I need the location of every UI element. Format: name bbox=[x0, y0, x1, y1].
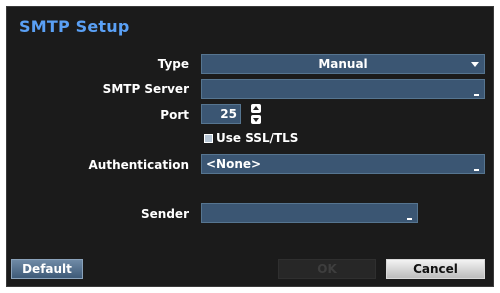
text-cursor-icon bbox=[407, 218, 412, 220]
port-label: Port bbox=[160, 108, 189, 122]
decrement-arrow-icon[interactable] bbox=[251, 115, 261, 124]
smtp-server-input[interactable] bbox=[201, 79, 485, 99]
smtp-server-label: SMTP Server bbox=[102, 82, 189, 96]
authentication-input[interactable]: <None> bbox=[201, 154, 485, 174]
type-select[interactable]: Manual bbox=[201, 54, 485, 74]
sender-label: Sender bbox=[141, 207, 189, 221]
type-value: Manual bbox=[318, 57, 368, 71]
dialog-title: SMTP Setup bbox=[19, 17, 130, 36]
ssl-label: Use SSL/TLS bbox=[216, 131, 299, 145]
increment-arrow-icon[interactable] bbox=[251, 104, 261, 113]
authentication-value: <None> bbox=[206, 157, 262, 171]
default-button[interactable]: Default bbox=[11, 259, 83, 279]
port-stepper[interactable] bbox=[251, 104, 261, 124]
sender-input[interactable] bbox=[201, 203, 418, 223]
port-value: 25 bbox=[220, 107, 237, 121]
port-input[interactable]: 25 bbox=[201, 104, 241, 124]
ssl-checkbox[interactable] bbox=[204, 134, 213, 143]
authentication-label: Authentication bbox=[88, 158, 190, 172]
chevron-down-icon bbox=[471, 62, 479, 67]
type-label: Type bbox=[157, 57, 189, 71]
cancel-button[interactable]: Cancel bbox=[386, 259, 485, 279]
text-cursor-icon bbox=[474, 94, 479, 96]
ok-button[interactable]: OK bbox=[278, 259, 376, 279]
smtp-setup-dialog: SMTP Setup Type Manual SMTP Server Port … bbox=[6, 6, 494, 287]
text-cursor-icon bbox=[474, 169, 479, 171]
